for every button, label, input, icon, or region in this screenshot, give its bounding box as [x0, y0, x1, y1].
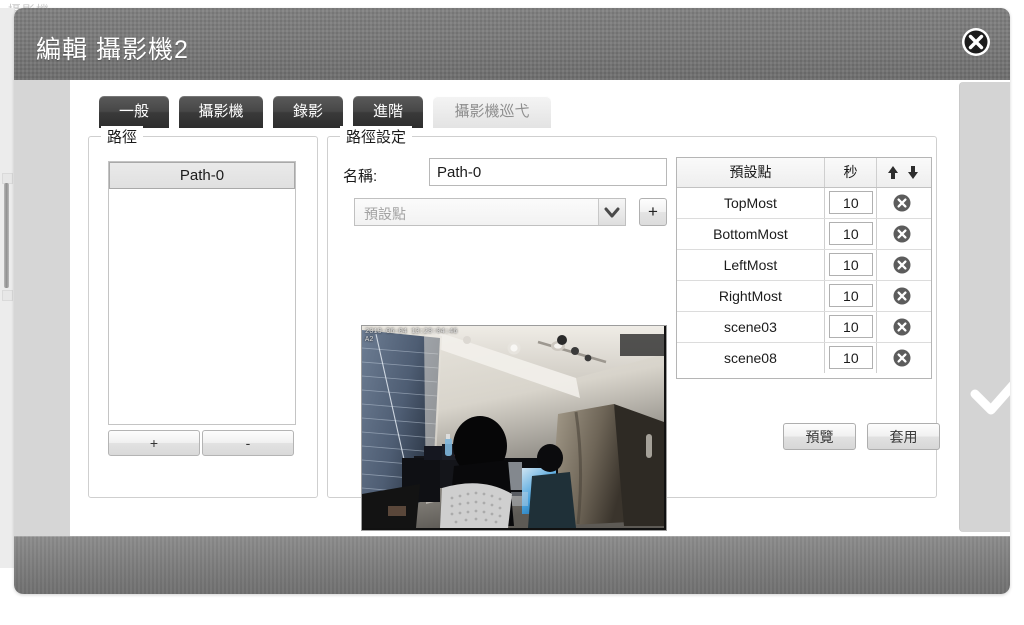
seconds-input[interactable]: [828, 346, 873, 369]
delete-circle-icon[interactable]: [893, 349, 911, 367]
seconds-input[interactable]: [828, 253, 873, 276]
arrow-down-icon: [908, 166, 918, 179]
table-row[interactable]: LeftMost: [677, 250, 931, 281]
apply-button[interactable]: 套用: [867, 423, 940, 450]
delete-circle-icon[interactable]: [893, 318, 911, 336]
arrow-up-icon: [888, 166, 898, 179]
left-filler-strip: [14, 80, 70, 536]
checkmark-icon[interactable]: [969, 368, 1010, 420]
path-list[interactable]: Path-0: [108, 161, 296, 425]
cell-preset-name: scene03: [677, 312, 825, 342]
delete-circle-icon[interactable]: [893, 194, 911, 212]
tab-recording[interactable]: 錄影: [273, 96, 343, 128]
close-icon[interactable]: [960, 26, 992, 58]
cell-actions: [877, 312, 931, 342]
path-panel: 路徑 Path-0 + -: [88, 126, 318, 498]
cell-actions: [877, 188, 931, 218]
edit-camera-dialog: 編輯 攝影機2 一般 攝影機 錄影 進階 攝影機巡弋 路徑 Path-0 + -…: [14, 8, 1010, 594]
dialog-titlebar: 編輯 攝影機2: [14, 8, 1010, 80]
path-settings-panel: 路徑設定 名稱: 預設點 +: [327, 126, 940, 531]
left-scrollbar-rail[interactable]: [0, 8, 15, 568]
preset-point-select[interactable]: 預設點: [354, 198, 626, 226]
chevron-down-icon[interactable]: [598, 199, 625, 225]
table-row[interactable]: scene03: [677, 312, 931, 343]
cell-actions: [877, 343, 931, 373]
video-timestamp: 2019-06-04 13:28:04:46 A2: [365, 328, 458, 344]
tab-camera[interactable]: 攝影機: [179, 96, 263, 128]
scrollbar-bottom-cap: [2, 290, 13, 301]
delete-circle-icon[interactable]: [893, 225, 911, 243]
right-side-panel: [959, 82, 1010, 532]
cell-seconds: [825, 281, 878, 311]
cell-preset-name: LeftMost: [677, 250, 825, 280]
seconds-input[interactable]: [828, 222, 873, 245]
list-item[interactable]: Path-0: [109, 162, 295, 189]
cell-seconds: [825, 250, 878, 280]
column-header-seconds: 秒: [825, 158, 877, 187]
path-settings-legend: 路徑設定: [340, 126, 413, 147]
camera-preview[interactable]: 2019-06-04 13:28:04:46 A2: [361, 325, 667, 531]
cell-preset-name: TopMost: [677, 188, 825, 218]
remove-path-button[interactable]: -: [202, 430, 294, 456]
cell-seconds: [825, 219, 878, 249]
cell-seconds: [825, 188, 878, 218]
table-row[interactable]: scene08: [677, 343, 931, 373]
dialog-footer: [14, 536, 1010, 594]
path-name-input[interactable]: [429, 158, 667, 186]
path-list-buttons: + -: [108, 430, 294, 456]
tab-general[interactable]: 一般: [99, 96, 169, 128]
seconds-input[interactable]: [828, 191, 873, 214]
dialog-body: 一般 攝影機 錄影 進階 攝影機巡弋 路徑 Path-0 + - 路徑設定 名稱…: [14, 80, 1010, 536]
add-path-button[interactable]: +: [108, 430, 200, 456]
tab-advanced[interactable]: 進階: [353, 96, 423, 128]
cell-seconds: [825, 312, 878, 342]
seconds-input[interactable]: [828, 284, 873, 307]
add-preset-button[interactable]: +: [639, 198, 667, 226]
column-header-preset-point: 預設點: [677, 158, 825, 187]
cell-preset-name: BottomMost: [677, 219, 825, 249]
delete-circle-icon[interactable]: [893, 256, 911, 274]
preset-point-select-placeholder: 預設點: [364, 206, 406, 222]
seconds-input[interactable]: [828, 315, 873, 338]
app-root: 攝影機 編輯 攝影機2: [0, 0, 1024, 625]
cell-actions: [877, 219, 931, 249]
tab-camera-patrol[interactable]: 攝影機巡弋: [433, 96, 551, 128]
preset-point-table: 預設點 秒 TopMost 10 BottomMost 10 LeftMost …: [676, 157, 932, 379]
path-panel-legend: 路徑: [101, 126, 144, 147]
table-header-row: 預設點 秒: [677, 158, 931, 188]
cell-preset-name: RightMost: [677, 281, 825, 311]
cell-actions: [877, 281, 931, 311]
table-row[interactable]: BottomMost: [677, 219, 931, 250]
name-label: 名稱:: [343, 168, 378, 185]
preview-button[interactable]: 預覽: [783, 423, 856, 450]
dialog-title: 編輯 攝影機2: [36, 36, 189, 64]
delete-circle-icon[interactable]: [893, 287, 911, 305]
table-row[interactable]: TopMost: [677, 188, 931, 219]
scrollbar-thumb[interactable]: [4, 183, 9, 288]
cell-actions: [877, 250, 931, 280]
cell-seconds: [825, 343, 878, 373]
column-header-order: [877, 158, 931, 187]
cell-preset-name: scene08: [677, 343, 825, 373]
table-row[interactable]: RightMost: [677, 281, 931, 312]
